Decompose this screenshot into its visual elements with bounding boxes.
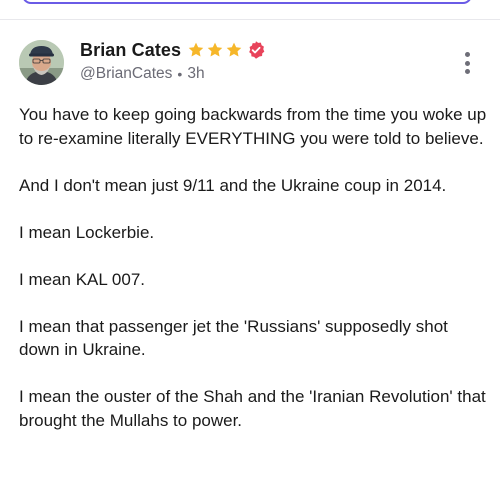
verified-badge-icon [246, 40, 266, 60]
avatar[interactable] [19, 40, 64, 85]
top-action-button[interactable] [22, 0, 472, 4]
post-paragraph: I mean that passenger jet the 'Russians'… [19, 316, 448, 360]
more-vertical-icon[interactable] [459, 52, 475, 74]
author-display-name[interactable]: Brian Cates [80, 40, 181, 61]
post-timestamp[interactable]: 3h [187, 65, 204, 83]
post-paragraph: I mean Lockerbie. [19, 222, 155, 242]
post-paragraph: I mean KAL 007. [19, 269, 146, 289]
post-paragraph: I mean the ouster of the Shah and the 'I… [19, 387, 486, 430]
star-icon [187, 41, 205, 59]
author-handle[interactable]: @BrianCates [80, 65, 172, 83]
meta-separator: • [177, 66, 183, 82]
author-meta-row: @BrianCates • 3h [80, 65, 205, 83]
star-icon [206, 41, 224, 59]
rating-stars [187, 41, 243, 59]
post-paragraph: You have to keep going backwards from th… [19, 105, 487, 148]
post-paragraph: And I don't mean just 9/11 and the Ukrai… [19, 175, 447, 195]
post-body: You have to keep going backwards from th… [19, 103, 489, 456]
star-icon [225, 41, 243, 59]
author-name-row: Brian Cates [80, 39, 266, 61]
post-card: Brian Cates @BrianCates • 3h You have to… [0, 20, 500, 495]
